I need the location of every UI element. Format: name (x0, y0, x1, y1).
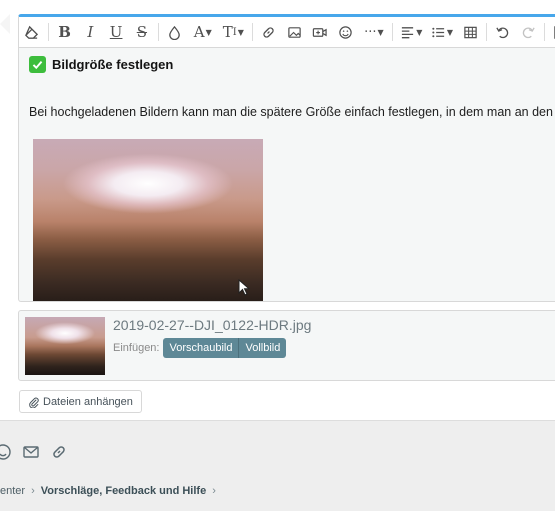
list-menu[interactable]: ▼ (427, 18, 458, 46)
toolbar-separator (485, 23, 487, 41)
toolbar-separator (47, 23, 49, 41)
smilie-share-icon[interactable] (0, 443, 12, 461)
footer-area: enter › Vorschläge, Feedback und Hilfe › (0, 420, 555, 511)
italic-icon[interactable]: I (77, 18, 103, 46)
chevron-down-icon: ▼ (237, 27, 244, 37)
content-heading: Bildgröße festlegen (52, 57, 174, 72)
chevron-down-icon: ▼ (416, 27, 423, 37)
breadcrumb-separator-icon: › (31, 485, 35, 497)
link-share-icon[interactable] (50, 443, 68, 461)
editor-toolbar: B I U S A ▼ T I ▼ ··· ▼ ▼ ▼ (19, 17, 555, 48)
toolbar-separator (251, 23, 253, 41)
breadcrumb-item[interactable]: enter (0, 485, 25, 497)
align-menu[interactable]: ▼ (396, 18, 427, 46)
media-icon[interactable] (307, 18, 333, 46)
insert-full-image-button[interactable]: Vollbild (238, 338, 287, 358)
attachment-filename[interactable]: 2019-02-27--DJI_0122-HDR.jpg (113, 317, 311, 333)
editor-content[interactable]: Bildgröße festlegen Bei hochgeladenen Bi… (19, 48, 555, 301)
paperclip-icon (29, 397, 39, 408)
chevron-down-icon: ▼ (446, 27, 453, 37)
chevron-down-icon: ▼ (205, 27, 212, 37)
insert-button-group: Vorschaubild Vollbild (163, 338, 287, 358)
list-icon (432, 27, 444, 37)
underline-icon[interactable]: U (103, 18, 129, 46)
checkmark-icon (29, 56, 46, 73)
rich-text-editor: B I U S A ▼ T I ▼ ··· ▼ ▼ ▼ Bildgröße fe… (18, 14, 555, 302)
undo-icon[interactable] (490, 18, 516, 46)
breadcrumb-item[interactable]: Vorschläge, Feedback und Hilfe (41, 485, 206, 497)
redo-icon[interactable] (516, 18, 542, 46)
font-size-icon: T (222, 23, 233, 41)
table-icon[interactable] (457, 18, 483, 46)
align-icon (402, 26, 414, 38)
mouse-cursor-icon (238, 279, 250, 296)
insert-label: Einfügen: (113, 342, 160, 354)
font-size-menu[interactable]: T I ▼ (218, 18, 249, 46)
font-family-menu[interactable]: A ▼ (188, 18, 219, 46)
strikethrough-icon[interactable]: S (129, 18, 155, 46)
breadcrumb-separator-icon: › (212, 485, 216, 497)
embedded-image[interactable] (33, 139, 263, 301)
more-icon[interactable]: ··· ▼ (359, 18, 390, 46)
insert-row: Einfügen: Vorschaubild Vollbild (113, 338, 287, 358)
attach-files-button[interactable]: Dateien anhängen (19, 390, 142, 413)
image-icon[interactable] (281, 18, 307, 46)
attach-files-label: Dateien anhängen (43, 395, 133, 408)
toolbar-separator (392, 23, 394, 41)
share-buttons (0, 443, 78, 461)
heading-row: Bildgröße festlegen (29, 56, 173, 73)
ellipsis-icon: ··· (364, 24, 377, 40)
toolbar-separator (157, 23, 159, 41)
message-editor-area: B I U S A ▼ T I ▼ ··· ▼ ▼ ▼ Bildgröße fe… (0, 0, 555, 420)
font-family-icon: A (193, 23, 205, 41)
mail-icon[interactable] (22, 443, 40, 461)
remove-format-icon[interactable] (19, 18, 45, 46)
avatar-arrow (0, 14, 10, 34)
breadcrumb: enter › Vorschläge, Feedback und Hilfe › (0, 485, 222, 497)
content-paragraph: Bei hochgeladenen Bildern kann man die s… (29, 105, 555, 119)
text-color-icon[interactable] (162, 18, 188, 46)
insert-thumbnail-button[interactable]: Vorschaubild (163, 338, 239, 358)
link-icon[interactable] (256, 18, 282, 46)
attachment-thumbnail[interactable] (25, 317, 105, 375)
bold-icon[interactable]: B (52, 18, 78, 46)
drafts-menu[interactable]: ▼ (548, 18, 555, 46)
font-size-small-icon: I (232, 26, 237, 38)
smilie-icon[interactable] (333, 18, 359, 46)
chevron-down-icon: ▼ (377, 27, 384, 37)
attachment-panel: 2019-02-27--DJI_0122-HDR.jpg Einfügen: V… (18, 310, 555, 381)
toolbar-separator (544, 23, 546, 41)
